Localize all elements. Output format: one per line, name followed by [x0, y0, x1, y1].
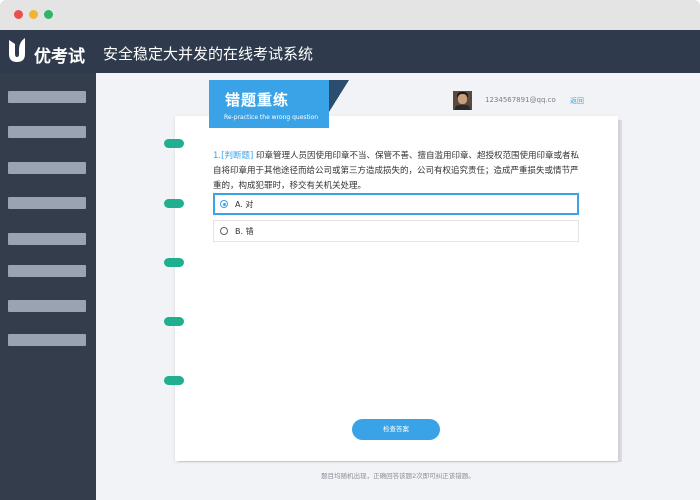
- check-answer-button[interactable]: 检查答案: [352, 419, 440, 440]
- window-title-bar: [0, 0, 700, 30]
- answer-option-b[interactable]: B. 错: [213, 220, 579, 242]
- u-leaf-logo-icon: [9, 38, 25, 62]
- answer-option-label: B. 错: [235, 227, 254, 236]
- binder-ring-icon: [164, 317, 184, 326]
- page-title: 错题重练: [225, 91, 290, 109]
- sidebar-item-8[interactable]: [8, 334, 86, 346]
- sidebar-item-3[interactable]: [8, 162, 86, 174]
- app-title: 安全稳定大并发的在线考试系统: [103, 45, 314, 63]
- binder-ring-icon: [164, 139, 184, 148]
- sidebar-item-1[interactable]: [8, 91, 86, 103]
- radio-unselected-icon[interactable]: [220, 227, 228, 235]
- app-header: 优考试 安全稳定大并发的在线考试系统: [0, 30, 700, 73]
- question-type-tag: [判断题]: [221, 151, 254, 161]
- sidebar-item-2[interactable]: [8, 126, 86, 138]
- sidebar-item-4[interactable]: [8, 197, 86, 209]
- close-window-icon[interactable]: [14, 10, 23, 19]
- page-subtitle: Re-practice the wrong question: [224, 114, 319, 121]
- ribbon-fold: [329, 80, 349, 112]
- question-number: 1.: [213, 151, 222, 161]
- minimize-window-icon[interactable]: [29, 10, 38, 19]
- maximize-window-icon[interactable]: [44, 10, 53, 19]
- binder-ring-icon: [164, 199, 184, 208]
- back-link[interactable]: 返回: [570, 96, 584, 106]
- user-avatar-icon[interactable]: [453, 91, 472, 110]
- user-email: 1234567891@qq.co: [485, 96, 556, 104]
- sidebar: [0, 73, 96, 500]
- sidebar-item-5[interactable]: [8, 233, 86, 245]
- radio-selected-icon[interactable]: [220, 200, 228, 208]
- brand-name: 优考试: [34, 47, 85, 67]
- binder-ring-icon: [164, 376, 184, 385]
- question-text: 印章管理人员因使用印章不当、保管不善、擅自滥用印章、超授权范围使用印章或者私自将…: [213, 151, 579, 191]
- question-text-block: 1.[判断题] 印章管理人员因使用印章不当、保管不善、擅自滥用印章、超授权范围使…: [213, 149, 581, 194]
- sidebar-item-6[interactable]: [8, 265, 86, 277]
- sidebar-item-7[interactable]: [8, 300, 86, 312]
- answer-option-label: A. 对: [235, 200, 254, 209]
- answer-option-a[interactable]: A. 对: [213, 193, 579, 215]
- footer-note: 题目均随机出现，正确回答该题2次即可纠正该错题。: [321, 472, 475, 480]
- binder-ring-icon: [164, 258, 184, 267]
